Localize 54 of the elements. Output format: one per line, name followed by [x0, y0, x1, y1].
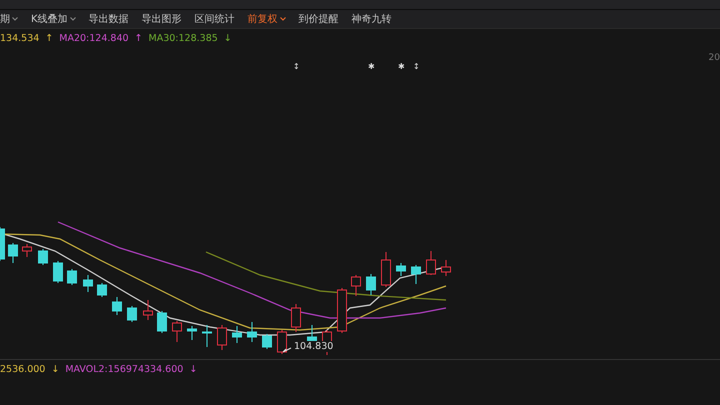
candlestick [232, 326, 242, 344]
candlestick [202, 324, 212, 348]
toolbar-item[interactable]: 神奇九转 [352, 12, 392, 26]
toolbar-item[interactable]: 导出数据 [88, 12, 129, 26]
candlestick [291, 304, 301, 332]
candlestick [53, 260, 63, 284]
candlestick [157, 310, 167, 334]
trend-arrow: ↓ [189, 364, 198, 374]
trend-arrow: ↑ [134, 32, 143, 44]
chart-marker: ↕ [413, 62, 420, 71]
candlestick [411, 264, 421, 284]
ma-value: MA30:128.385 [148, 32, 218, 44]
candlestick [426, 250, 436, 276]
ma-value: MAVOL2:156974334.600 [65, 364, 184, 374]
candlestick [187, 326, 197, 340]
candlestick [22, 244, 32, 258]
candlestick [0, 226, 5, 262]
candlestick [396, 262, 406, 276]
candlestick [366, 274, 376, 296]
candlestick [441, 260, 451, 276]
candlestick [172, 320, 182, 342]
toolbar-item[interactable]: 期 [0, 12, 18, 26]
pointer-arrow [282, 348, 292, 352]
candlestick [97, 282, 107, 298]
candlestick [143, 300, 153, 320]
candlestick [337, 288, 347, 334]
candlestick [112, 296, 122, 316]
toolbar-item[interactable]: K线叠加 [31, 12, 76, 26]
candlestick [381, 252, 391, 288]
ma-value: 2536.000 [0, 364, 46, 374]
toolbar-item[interactable]: 导出图形 [142, 12, 182, 26]
candlestick [247, 322, 257, 342]
candlestick [351, 274, 361, 296]
candlestick [8, 242, 18, 264]
candlestick [277, 330, 287, 354]
ma-value: 134.534 [0, 32, 40, 44]
candlestick [217, 324, 227, 350]
axis-label: 20 [708, 53, 720, 63]
trend-arrow: ↑ [45, 32, 54, 44]
trend-arrow: ↓ [51, 364, 60, 374]
candlestick [262, 334, 272, 350]
candlestick [67, 268, 77, 286]
ma-value: MA20:124.840 [59, 32, 129, 44]
chart-marker: ↕ [293, 62, 300, 71]
low-price-label: 104.830 [293, 341, 334, 352]
toolbar-item[interactable]: 区间统计 [194, 12, 235, 26]
toolbar-item[interactable]: 到价提醒 [298, 12, 339, 26]
candlestick [127, 306, 137, 322]
toolbar-item[interactable]: 前复权 [248, 12, 286, 26]
chart-marker: ✱ [368, 62, 375, 71]
trend-arrow: ↓ [224, 32, 232, 44]
candlestick [38, 248, 48, 266]
chart-marker: ✱ [398, 62, 405, 71]
candlestick [83, 274, 93, 292]
